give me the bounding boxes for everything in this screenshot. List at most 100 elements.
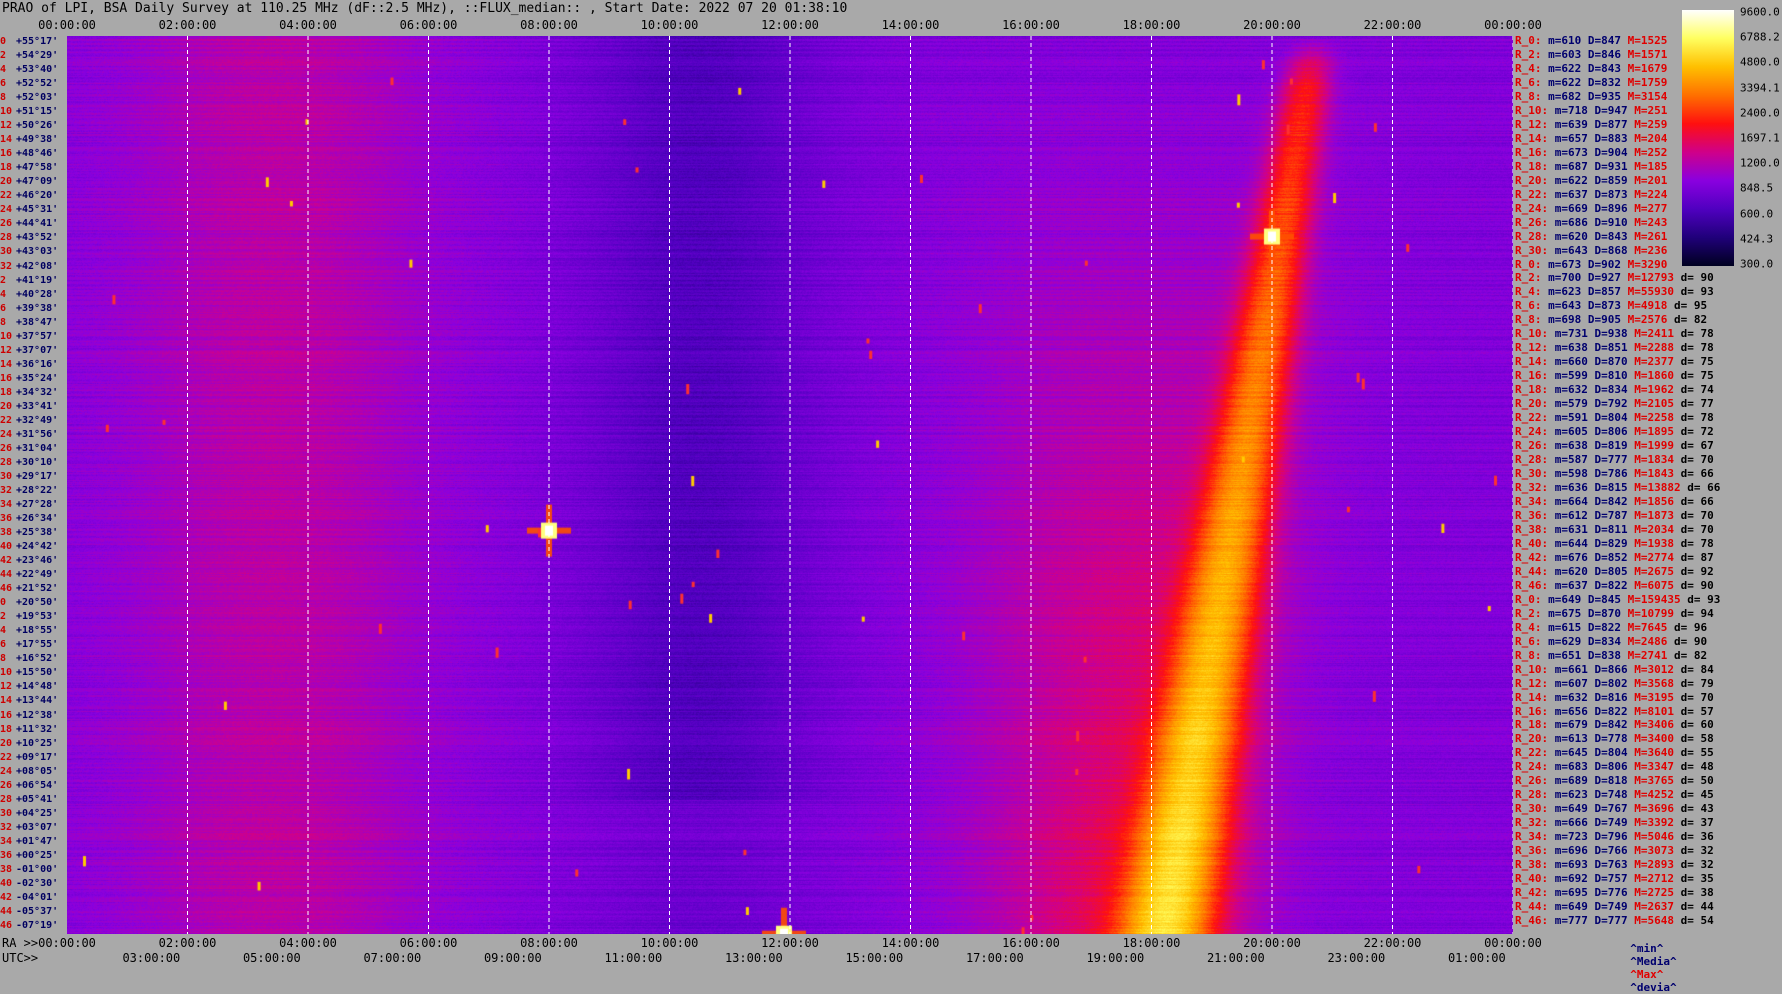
stat-max: M=3640: [1634, 746, 1681, 760]
stat-beam: R_42:: [1515, 550, 1555, 564]
stat-dev: d= 45: [1680, 788, 1721, 802]
dec-value: +48°46': [16, 148, 59, 160]
dec-row-index: 28: [0, 456, 13, 468]
stat-min: m=615: [1548, 620, 1588, 634]
stat-min: m=686: [1554, 215, 1595, 229]
stat-min: m=622: [1548, 75, 1588, 89]
stat-beam: R_30:: [1515, 243, 1555, 257]
stat-beam: R_10:: [1515, 103, 1555, 117]
stat-row: R_22: m=591 D=804 M=2258 d= 78: [1515, 411, 1720, 425]
dec-row-index: 6: [0, 78, 7, 90]
top-tick-label: 06:00:00: [399, 18, 458, 32]
stat-beam: R_18:: [1515, 159, 1555, 173]
top-tick-label: 18:00:00: [1122, 18, 1181, 32]
stat-row: R_18: m=679 D=842 M=3406 d= 60: [1515, 718, 1720, 732]
stat-dev: d= 44: [1680, 900, 1721, 914]
dec-value: +22°49': [16, 569, 59, 581]
dec-row-index: 46: [0, 919, 13, 931]
time-gridlines: [187, 36, 1513, 934]
stat-row: R_4: m=615 D=822 M=7645 d= 96: [1515, 621, 1714, 635]
stat-row: R_24: m=605 D=806 M=1895 d= 72: [1515, 425, 1720, 439]
stat-max: M=2725: [1634, 886, 1681, 900]
stat-max: M=4918: [1627, 299, 1674, 313]
utc-axis-prefix: UTC>>: [2, 951, 39, 965]
dec-row-label: 16 +48°46': [0, 148, 58, 161]
stat-max: M=259: [1634, 117, 1674, 131]
stat-row: R_36: m=696 D=766 M=3073 d= 32: [1515, 844, 1720, 858]
dec-row-label: 32 +03°07': [0, 822, 58, 835]
dec-value: +46°20': [16, 190, 59, 202]
stat-beam: R_34:: [1515, 494, 1555, 508]
stat-row: R_4: m=622 D=843 M=1679: [1515, 62, 1674, 76]
dec-row-label: 34 +27°28': [0, 499, 58, 512]
dec-row-index: 42: [0, 555, 13, 567]
dec-row-index: 16: [0, 372, 13, 384]
dec-value: +05°41': [16, 793, 59, 805]
dec-row-label: 24 +08°05': [0, 766, 58, 779]
stat-median: D=806: [1594, 425, 1635, 439]
stat-row: R_16: m=599 D=810 M=1860 d= 75: [1515, 369, 1720, 383]
top-tick-label: 10:00:00: [640, 18, 699, 32]
stat-median: D=763: [1594, 858, 1635, 872]
stat-beam: R_2:: [1515, 606, 1549, 620]
stat-max: M=3154: [1627, 89, 1674, 103]
stat-row: R_10: m=731 D=938 M=2411 d= 78: [1515, 327, 1720, 341]
stat-median: D=757: [1594, 872, 1635, 886]
ra-tick-label: 14:00:00: [881, 936, 940, 950]
dec-row-index: 40: [0, 541, 13, 553]
dec-row-label: 6 +52°52': [0, 78, 58, 91]
dec-value: +21°52': [16, 583, 59, 595]
stat-max: M=1759: [1627, 75, 1674, 89]
stat-min: m=676: [1554, 550, 1595, 564]
stat-dev: d= 43: [1680, 802, 1721, 816]
stat-median: D=845: [1587, 592, 1628, 606]
dec-row-index: 32: [0, 485, 13, 496]
stat-max: M=7645: [1627, 620, 1674, 634]
stat-min: m=718: [1554, 103, 1595, 117]
stat-min: m=603: [1548, 47, 1588, 61]
stat-row: R_16: m=673 D=904 M=252: [1515, 146, 1674, 160]
ra-tick-label: 04:00:00: [279, 936, 337, 950]
dec-row-index: 6: [0, 639, 7, 651]
survey-heatmap[interactable]: [67, 36, 1513, 934]
stat-row: R_14: m=632 D=816 M=3195 d= 70: [1515, 691, 1720, 705]
stat-beam: R_20:: [1515, 397, 1555, 411]
colorbar-tick-label: 1200.0: [1740, 156, 1780, 170]
stat-median: D=873: [1594, 187, 1635, 201]
dec-value: +35°24': [16, 372, 59, 384]
dec-value: -01°00': [16, 863, 59, 875]
stat-row: R_12: m=639 D=877 M=259: [1515, 118, 1674, 132]
stat-row: R_8: m=682 D=935 M=3154: [1515, 90, 1674, 104]
colorbar-tick-label: 300.0: [1740, 257, 1774, 271]
ra-tick-label: 20:00:00: [1243, 936, 1301, 950]
stat-max: M=3406: [1634, 718, 1681, 732]
stat-median: D=947: [1594, 103, 1635, 117]
stat-max: M=5648: [1634, 914, 1681, 928]
dec-row-label: 8 +38°47': [0, 317, 58, 330]
utc-tick-label: 09:00:00: [483, 951, 542, 965]
stat-median: D=815: [1594, 481, 1635, 494]
dec-row-index: 2: [0, 274, 7, 286]
dec-row-label: 44 +22°49': [0, 569, 58, 582]
stat-max: M=224: [1634, 187, 1674, 201]
colorbar-tick-label: 3394.1: [1740, 81, 1780, 95]
dec-row-index: 30: [0, 807, 13, 819]
stat-min: m=637: [1554, 578, 1595, 592]
stat-min: m=645: [1554, 746, 1595, 760]
stat-min: m=613: [1554, 732, 1595, 746]
stat-dev: d= 66: [1687, 481, 1727, 494]
stat-row: R_8: m=651 D=838 M=2741 d= 82: [1515, 649, 1714, 663]
stat-beam: R_10:: [1515, 662, 1555, 676]
dec-row-label: 46 +21°52': [0, 583, 58, 596]
dec-row-index: 8: [0, 316, 7, 328]
stat-dev: d= 90: [1680, 578, 1721, 592]
stat-max: M=1895: [1634, 425, 1681, 439]
stat-beam: R_22:: [1515, 411, 1555, 425]
stat-max: M=4252: [1634, 788, 1681, 802]
dec-value: +10°25': [16, 737, 59, 749]
dec-row-label: 4 +53°40': [0, 64, 58, 77]
dec-row-label: 20 +10°25': [0, 738, 58, 751]
dec-row-label: 22 +46°20': [0, 190, 58, 203]
stat-max: M=3392: [1634, 816, 1681, 830]
dec-value: +06°54': [16, 779, 59, 791]
